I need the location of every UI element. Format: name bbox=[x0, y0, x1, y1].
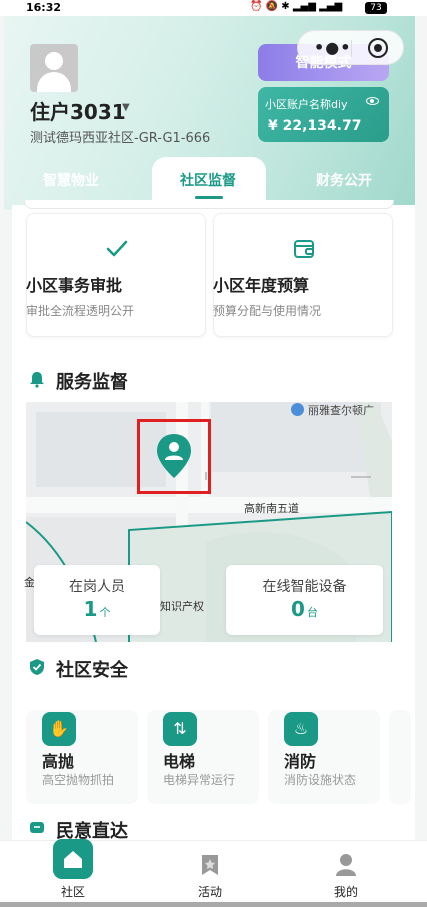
resident-name[interactable]: 住户3031 bbox=[30, 96, 126, 125]
map-poi-label: 丽雅查尔顿广 bbox=[308, 404, 374, 417]
tabbar-label: 我的 bbox=[333, 885, 358, 899]
home-icon bbox=[53, 839, 93, 879]
online-devices-card[interactable]: 在线智能设备 0台 bbox=[226, 565, 383, 635]
account-balance: ¥ 22,134.77 bbox=[268, 118, 362, 134]
avatar[interactable] bbox=[30, 44, 78, 92]
high-throw-icon: ✋ bbox=[42, 712, 76, 746]
miniprogram-capsule[interactable]: •●• bbox=[297, 30, 404, 65]
marker-highlight-box bbox=[137, 419, 211, 494]
account-label: 小区账户名称diy bbox=[265, 98, 348, 111]
approval-subtitle: 审批全流程透明公开 bbox=[26, 304, 135, 318]
message-icon bbox=[30, 822, 44, 833]
bottom-tab-bar: 社区 活动 我的 bbox=[0, 839, 427, 903]
approval-title: 小区事务审批 bbox=[26, 276, 123, 295]
tabbar-item-community[interactable]: 社区 bbox=[33, 839, 113, 903]
status-time: 16:32 bbox=[26, 1, 62, 14]
tabbar-label: 社区 bbox=[60, 885, 85, 899]
stat-value: 0台 bbox=[291, 597, 318, 621]
community-name: 测试德玛西亚社区-GR-G1-666 bbox=[30, 131, 211, 146]
scrolled-card-edge bbox=[24, 200, 394, 209]
wallet-icon bbox=[294, 240, 314, 258]
close-circle-icon[interactable] bbox=[368, 38, 388, 58]
section-title: 社区安全 bbox=[56, 660, 128, 681]
user-icon bbox=[336, 854, 356, 876]
account-card[interactable]: 小区账户名称diy ¥ 22,134.77 bbox=[258, 87, 389, 142]
stat-label: 在线智能设备 bbox=[262, 579, 347, 595]
bell-icon bbox=[30, 372, 44, 388]
tile-fire[interactable]: ♨ 消防 消防设施状态 bbox=[268, 710, 380, 804]
check-icon bbox=[106, 240, 128, 257]
map-road-label: 高新南五道 bbox=[244, 502, 299, 515]
tile-partial[interactable] bbox=[389, 710, 411, 804]
poi-icon bbox=[291, 403, 304, 416]
budget-title: 小区年度预算 bbox=[213, 276, 310, 295]
budget-subtitle: 预算分配与使用情况 bbox=[213, 304, 322, 318]
tabbar-item-activities[interactable]: 活动 bbox=[170, 841, 250, 903]
more-icon[interactable]: •●• bbox=[314, 38, 351, 57]
tab-community-supervision[interactable]: 社区监督 bbox=[180, 170, 236, 190]
tab-finance-public[interactable]: 财务公开 bbox=[316, 170, 372, 190]
tab-underline bbox=[195, 196, 223, 199]
fire-icon: ♨ bbox=[284, 712, 318, 746]
status-icons: ⏰ 🔕 ✱ ▂▄▆ ▂▄▆ bbox=[250, 1, 343, 12]
bookmark-star-icon bbox=[202, 855, 218, 875]
tile-elevator[interactable]: ⇅ 电梯 电梯异常运行 bbox=[147, 710, 259, 804]
map-ip-label: 知识产权 bbox=[160, 600, 204, 613]
tab-smart-property[interactable]: 智慧物业 bbox=[43, 170, 99, 190]
tile-subtitle: 高空抛物抓拍 bbox=[42, 773, 115, 787]
tile-title: 电梯 bbox=[163, 752, 196, 771]
tile-title: 高抛 bbox=[42, 752, 75, 771]
status-bar: 16:32 ⏰ 🔕 ✱ ▂▄▆ ▂▄▆ 73 bbox=[0, 0, 427, 16]
system-gesture-bar bbox=[0, 902, 427, 907]
tile-subtitle: 电梯异常运行 bbox=[163, 773, 236, 787]
stat-value: 1个 bbox=[83, 597, 111, 621]
tile-subtitle: 消防设施状态 bbox=[284, 773, 357, 787]
shield-check-icon bbox=[30, 659, 44, 675]
tabbar-item-mine[interactable]: 我的 bbox=[306, 841, 386, 903]
elevator-icon: ⇅ bbox=[163, 712, 197, 746]
eye-icon[interactable] bbox=[366, 97, 379, 105]
caret-down-icon[interactable]: ▼ bbox=[122, 102, 130, 113]
on-duty-staff-card[interactable]: 在岗人员 1个 bbox=[34, 565, 160, 635]
tile-title: 消防 bbox=[284, 752, 317, 771]
tabbar-label: 活动 bbox=[197, 885, 222, 899]
section-title: 服务监督 bbox=[56, 372, 128, 393]
battery-icon: 73 bbox=[365, 2, 387, 14]
tile-high-throw[interactable]: ✋ 高抛 高空抛物抓拍 bbox=[26, 710, 138, 804]
stat-label: 在岗人员 bbox=[69, 579, 125, 595]
